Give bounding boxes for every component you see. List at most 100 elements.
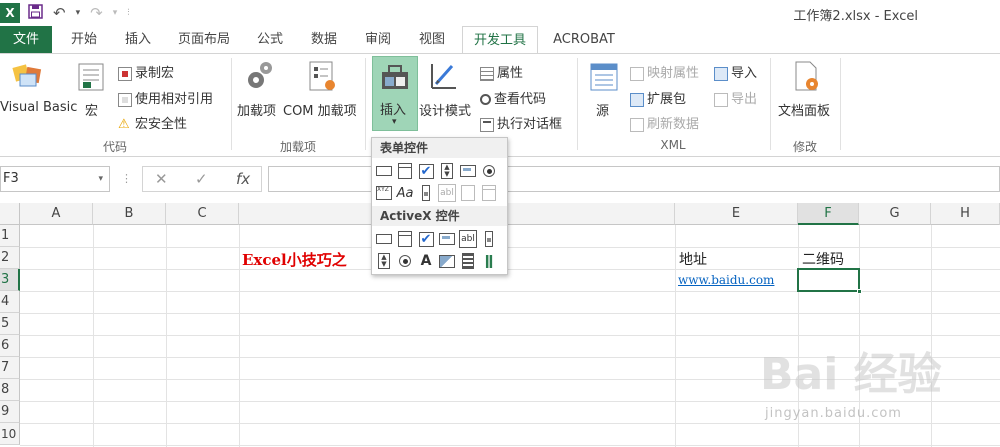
refresh-data-button[interactable]: 刷新数据 [630,113,699,132]
gridline [93,225,94,447]
insert-control-button[interactable]: 插入 ▾ [372,56,418,131]
relative-reference-icon [118,92,132,107]
customize-qat-icon[interactable]: ⫶ [127,8,129,18]
row-header-5[interactable]: 5 [0,313,20,335]
macros-button[interactable]: 宏 [85,100,98,119]
list-box-control-icon[interactable] [459,162,477,180]
undo-icon[interactable]: ↶ [53,4,66,22]
column-header-a[interactable]: A [20,203,93,225]
view-code-button[interactable]: 查看代码 [480,88,546,107]
combo-list-edit-control-icon[interactable] [459,184,477,202]
undo-dropdown-icon[interactable]: ▾ [76,8,81,18]
design-mode-button[interactable]: 设计模式 [419,100,471,119]
title-cell[interactable]: Excel小技巧之 [242,249,347,270]
map-properties-label: 映射属性 [647,66,700,81]
xml-source-button[interactable]: 源 [596,100,609,119]
tab-review[interactable]: 审阅 [356,26,400,53]
tab-data[interactable]: 数据 [302,26,346,53]
name-box-value: F3 [3,171,19,186]
addins-button[interactable]: 加载项 [237,100,276,119]
visual-basic-button[interactable]: Visual Basic [0,100,77,115]
more-options-icon[interactable]: ⋮ [121,166,132,192]
fill-handle[interactable] [857,289,862,294]
insert-function-icon[interactable]: fx [236,166,250,192]
text-field-control-icon[interactable]: abl [438,184,456,202]
row-header-8[interactable]: 8 [0,379,20,401]
activex-image-icon[interactable] [438,252,456,270]
tab-insert[interactable]: 插入 [116,26,160,53]
activex-check-box-icon[interactable]: ✔ [417,230,435,248]
option-button-control-icon[interactable] [480,162,498,180]
activex-spin-button-icon[interactable]: ▲ ▼ [375,252,393,270]
activex-combo-box-icon[interactable] [396,230,414,248]
row-header-7[interactable]: 7 [0,357,20,379]
address-header-cell[interactable]: 地址 [679,249,707,269]
row-header-3[interactable]: 3 [0,269,20,291]
cancel-icon[interactable]: ✕ [155,166,168,192]
activex-text-box-icon[interactable]: abl [459,230,477,248]
command-button-control-icon[interactable] [375,230,393,248]
column-header-f[interactable]: F [798,203,859,225]
column-header-h[interactable]: H [931,203,1000,225]
macro-security-button[interactable]: ⚠ 宏安全性 [118,113,187,132]
map-properties-button[interactable]: 映射属性 [630,62,699,81]
export-button[interactable]: 导出 [714,88,757,107]
form-controls-heading: 表单控件 [372,138,507,158]
tab-view[interactable]: 视图 [410,26,454,53]
tab-developer[interactable]: 开发工具 [462,26,538,54]
record-macro-button[interactable]: 录制宏 [118,62,174,81]
activex-toggle-button-icon[interactable] [459,252,477,270]
column-header-g[interactable]: G [859,203,931,225]
gridline [166,225,167,447]
chevron-down-icon[interactable]: ▾ [98,167,103,191]
row-header-4[interactable]: 4 [0,291,20,313]
redo-icon[interactable]: ↷ [90,4,103,22]
enter-icon[interactable]: ✓ [195,166,208,192]
activex-scroll-bar-icon[interactable] [480,230,498,248]
spin-button-control-icon[interactable]: ▲ ▼ [438,162,456,180]
com-addins-button[interactable]: COM 加载项 [283,100,357,119]
group-box-control-icon[interactable]: XYZ [375,184,393,202]
redo-dropdown-icon[interactable]: ▾ [113,8,118,18]
combo-box-control-icon[interactable] [396,162,414,180]
xml-source-icon [589,62,619,96]
group-separator [365,58,366,150]
row-header-10[interactable]: 10 [0,423,20,445]
check-box-control-icon[interactable]: ✔ [417,162,435,180]
tab-formulas[interactable]: 公式 [248,26,292,53]
scroll-bar-control-icon[interactable] [417,184,435,202]
combo-drop-down-edit-control-icon[interactable] [480,184,498,202]
column-header-b[interactable]: B [93,203,166,225]
run-dialog-button[interactable]: 执行对话框 [480,113,562,132]
tab-page-layout[interactable]: 页面布局 [170,26,238,53]
tab-acrobat[interactable]: ACROBAT [544,26,624,53]
qrcode-header-cell[interactable]: 二维码 [802,249,844,269]
row-header-9[interactable]: 9 [0,401,20,423]
export-label: 导出 [731,92,758,107]
properties-button[interactable]: 属性 [480,62,523,81]
name-box[interactable]: F3 ▾ [0,166,110,192]
row-header-1[interactable]: 1 [0,225,20,247]
document-panel-button[interactable]: 文档面板 [778,100,830,119]
button-control-icon[interactable] [375,162,393,180]
row-header-6[interactable]: 6 [0,335,20,357]
row-header-2[interactable]: 2 [0,247,20,269]
column-header-e[interactable]: E [675,203,798,225]
label-control-icon[interactable]: Aa [396,184,414,202]
activex-list-box-icon[interactable] [438,230,456,248]
activex-option-button-icon[interactable] [396,252,414,270]
more-controls-icon[interactable]: ǁ [480,252,498,270]
tab-file[interactable]: 文件 [0,26,52,53]
relative-reference-button[interactable]: 使用相对引用 [118,88,213,107]
address-link[interactable]: www.baidu.com [678,273,774,287]
activex-label-icon[interactable]: A [417,252,435,270]
select-all-corner[interactable] [0,203,20,225]
properties-label: 属性 [497,66,524,81]
save-icon[interactable] [28,3,43,23]
insert-control-label: 插入 [380,103,407,118]
column-header-c[interactable]: C [166,203,239,225]
expansion-packs-button[interactable]: 扩展包 [630,88,686,107]
tab-home[interactable]: 开始 [62,26,106,53]
import-button[interactable]: 导入 [714,62,757,81]
selected-cell-f3[interactable] [797,268,862,294]
